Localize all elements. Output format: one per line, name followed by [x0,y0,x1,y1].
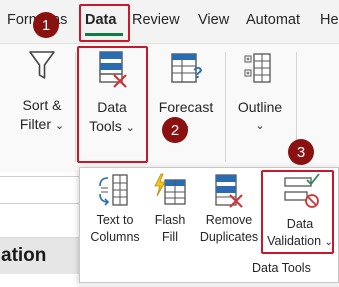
chevron-down-icon: ⌄ [54,120,65,132]
outline-button[interactable]: Outline ⌄ [230,48,290,136]
tab-automate[interactable]: Automat [246,12,300,28]
text-to-columns-label-line2: Columns [90,230,140,244]
remove-duplicates-label-line2: Duplicates [199,230,259,244]
remove-duplicates-icon [215,174,243,208]
step-badge-2: 2 [162,117,188,143]
flash-fill-label-line1: Flash [154,213,186,227]
chevron-down-icon: ⌄ [255,120,265,132]
ribbon-separator [225,52,226,162]
data-validation-highlight [261,170,334,254]
tab-help[interactable]: He [320,12,339,28]
remove-duplicates-button[interactable]: Remove Duplicates [196,172,262,246]
sheet-row [0,204,80,238]
svg-text:?: ? [193,65,203,82]
remove-duplicates-label-line1: Remove [205,213,253,227]
flash-fill-icon [154,173,186,205]
data-tools-highlight [77,46,148,163]
tab-view[interactable]: View [198,12,229,28]
forecast-label: Forecast [158,99,214,115]
step-badge-1: 1 [33,12,59,38]
data-tab-highlight [79,4,130,42]
outline-icon [244,53,271,83]
flash-fill-label-line2: Fill [162,230,178,244]
sort-filter-button[interactable]: Sort & Filter ⌄ [12,48,72,136]
step-badge-3: 3 [288,139,314,165]
flash-fill-button[interactable]: Flash Fill [146,172,194,246]
column-header-cell[interactable]: ation [0,238,80,274]
tab-review[interactable]: Review [132,12,180,28]
filter-icon [29,51,55,79]
forecast-sheet-icon: ? [171,53,203,83]
data-tools-group-label: Data Tools [252,261,311,275]
sort-filter-label-row: Filter ⌄ [20,115,64,136]
ribbon-separator [75,52,76,162]
text-to-columns-button[interactable]: Text to Columns [84,172,146,246]
sort-filter-label-line2: Filter [19,116,51,132]
outline-label: Outline [237,99,283,115]
panel-bottom-strip [79,283,339,287]
formula-bar [0,176,80,204]
text-to-columns-label-line1: Text to [96,213,134,227]
text-to-columns-icon [99,174,128,206]
sort-filter-label-line1: Sort & [22,97,62,113]
